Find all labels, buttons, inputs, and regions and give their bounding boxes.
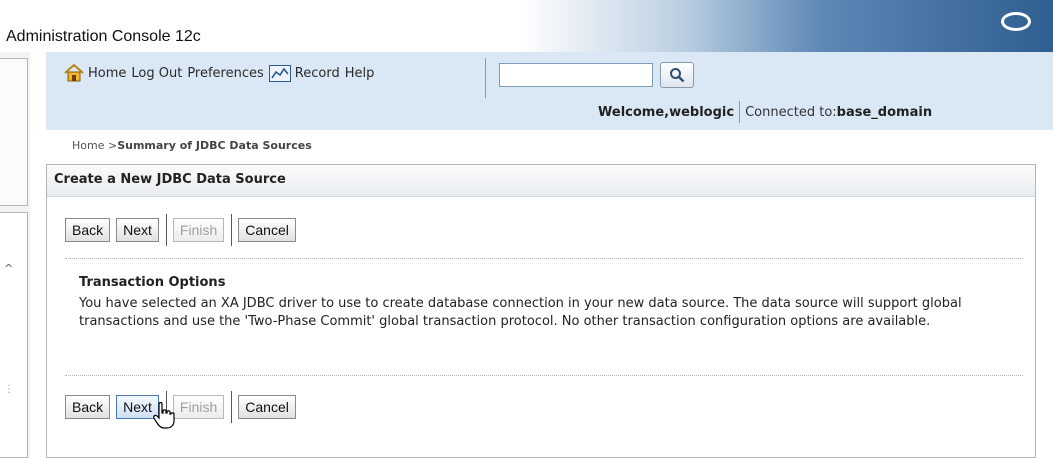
search-icon xyxy=(670,68,685,83)
status-divider xyxy=(739,101,741,123)
header-nav: Home Log Out Preferences Record Help xyxy=(64,64,379,82)
title-bar: Administration Console 12c xyxy=(0,0,1053,52)
section-title: Transaction Options xyxy=(79,275,226,290)
button-divider xyxy=(165,214,167,246)
button-divider xyxy=(231,391,233,423)
search-button[interactable] xyxy=(660,62,694,88)
breadcrumb-current[interactable]: Summary of JDBC Data Sources xyxy=(117,139,312,152)
app-title: Administration Console 12c xyxy=(6,28,201,45)
welcome-prefix: Welcome, xyxy=(598,104,670,120)
section-description: You have selected an XA JDBC driver to u… xyxy=(79,296,962,329)
wizard-panel: Create a New JDBC Data Source Back Next … xyxy=(46,164,1036,458)
home-link[interactable]: Home xyxy=(88,66,126,81)
bottom-button-row: Back Next Finish Cancel xyxy=(65,391,302,423)
back-button[interactable]: Back xyxy=(65,218,111,242)
help-link[interactable]: Help xyxy=(345,66,375,81)
record-icon[interactable] xyxy=(268,64,291,82)
search-input[interactable] xyxy=(499,63,653,87)
left-panel-box-bottom xyxy=(0,212,28,458)
home-icon[interactable] xyxy=(64,64,84,82)
preferences-link[interactable]: Preferences xyxy=(187,66,263,81)
back-button[interactable]: Back xyxy=(65,395,111,419)
console-header: Home Log Out Preferences Record Help Wel… xyxy=(46,52,1053,130)
splitter-grip-icon[interactable]: ⋮ xyxy=(4,384,14,395)
user-status: Welcome, weblogic Connected to: base_dom… xyxy=(598,101,932,123)
cancel-button[interactable]: Cancel xyxy=(238,395,296,419)
connected-domain: base_domain xyxy=(836,104,933,120)
cancel-button[interactable]: Cancel xyxy=(238,218,296,242)
button-divider xyxy=(231,214,233,246)
breadcrumb-home[interactable]: Home xyxy=(72,139,104,152)
panel-title: Create a New JDBC Data Source xyxy=(47,165,1035,197)
finish-button[interactable]: Finish xyxy=(172,395,225,419)
breadcrumb-separator: > xyxy=(104,139,118,152)
welcome-user: weblogic xyxy=(669,104,735,120)
breadcrumb: Home >Summary of JDBC Data Sources xyxy=(72,139,312,152)
record-link[interactable]: Record xyxy=(295,66,340,81)
finish-button[interactable]: Finish xyxy=(172,218,225,242)
oracle-logo-icon xyxy=(1001,12,1031,31)
logout-link[interactable]: Log Out xyxy=(131,66,182,81)
header-divider xyxy=(485,58,486,98)
connected-prefix: Connected to: xyxy=(745,104,837,120)
top-button-row: Back Next Finish Cancel xyxy=(65,214,302,246)
mouse-cursor-icon xyxy=(153,402,175,429)
left-panel-box-top xyxy=(0,58,28,206)
next-button[interactable]: Next xyxy=(116,218,159,242)
divider-line xyxy=(65,258,1023,259)
divider-line xyxy=(65,375,1023,376)
collapse-caret-icon[interactable]: ^ xyxy=(4,262,13,275)
